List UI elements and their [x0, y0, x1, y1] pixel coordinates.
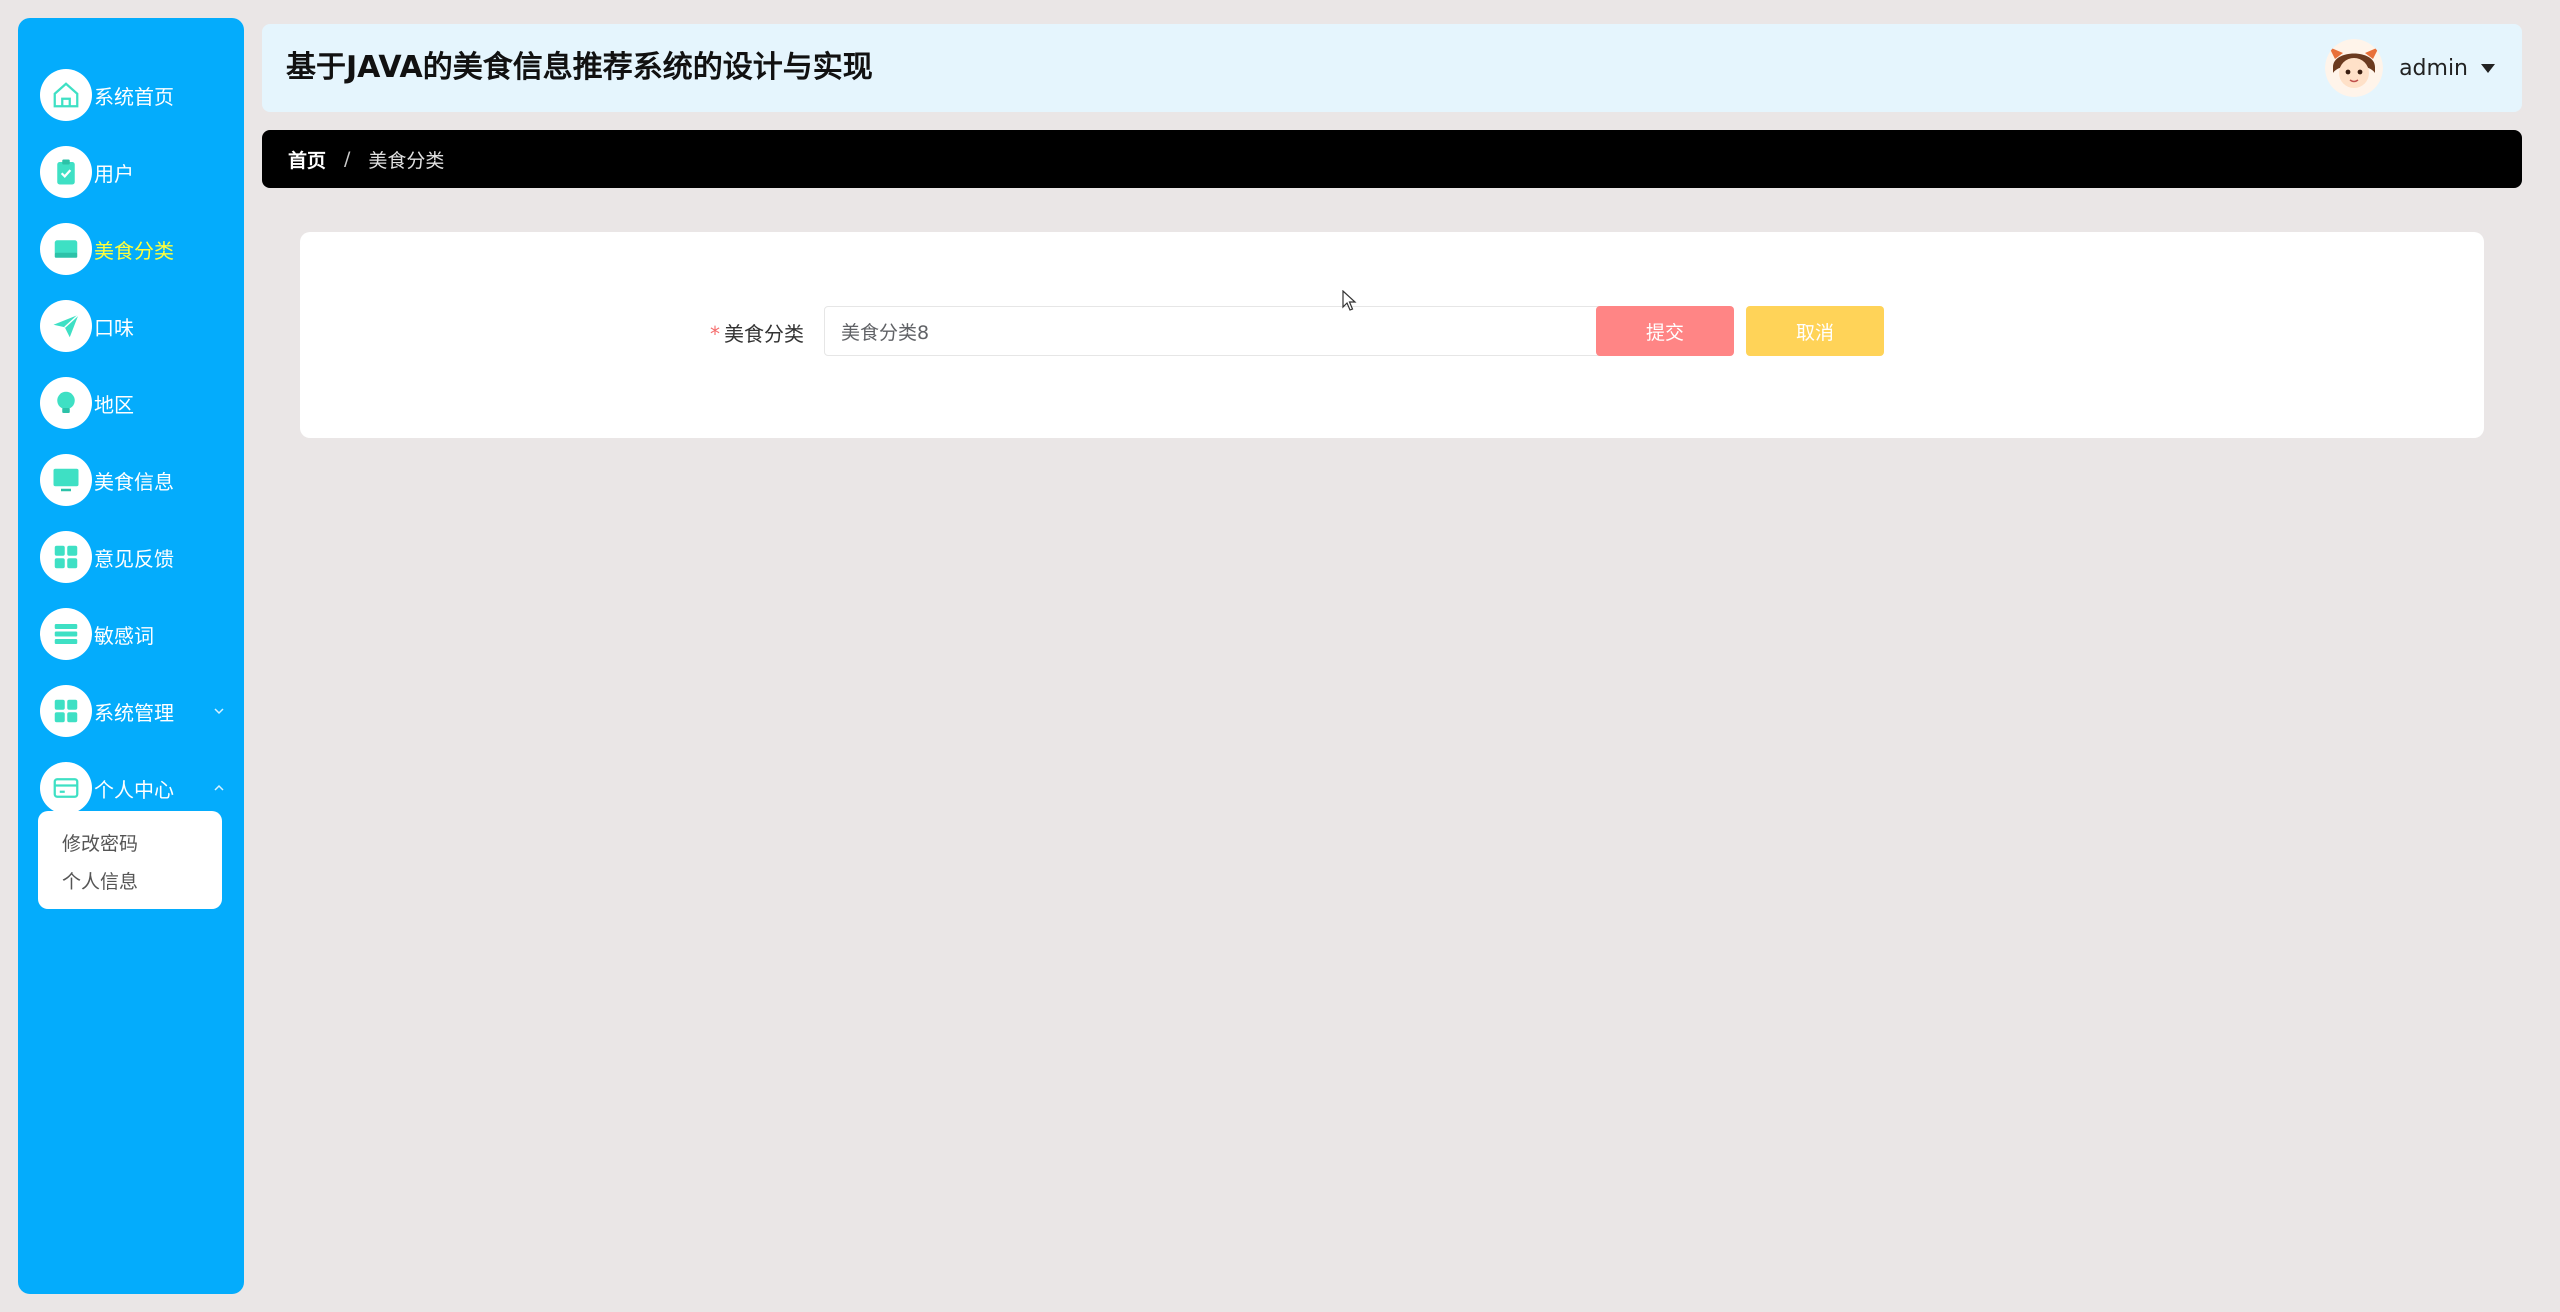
top-header: 基于JAVA的美食信息推荐系统的设计与实现 admin — [262, 24, 2522, 112]
required-mark: * — [710, 322, 720, 346]
site-title: 基于JAVA的美食信息推荐系统的设计与实现 — [286, 50, 873, 85]
breadcrumb: 首页 / 美食分类 — [262, 130, 2522, 188]
cancel-button[interactable]: 取消 — [1746, 306, 1884, 356]
submenu-item-change-password[interactable]: 修改密码 — [38, 825, 222, 863]
sidebar-item-label: 美食分类 — [94, 238, 174, 263]
grid-icon — [40, 531, 92, 583]
submenu-item-personal-info[interactable]: 个人信息 — [38, 863, 222, 901]
sidebar: 系统首页 用户 美食分类 口味 地区 美食信息 意见反馈 敏感词 系统管理 个人… — [18, 18, 244, 1294]
sidebar-item-region[interactable]: 地区 — [40, 374, 244, 432]
sidebar-item-personal-center[interactable]: 个人中心 — [40, 759, 244, 817]
user-menu[interactable]: admin — [2325, 38, 2496, 98]
submit-button[interactable]: 提交 — [1596, 306, 1734, 356]
sidebar-item-taste[interactable]: 口味 — [40, 297, 244, 355]
chevron-down-icon — [214, 708, 224, 715]
bulb-icon — [40, 377, 92, 429]
personal-center-submenu: 修改密码 个人信息 — [38, 811, 222, 909]
sidebar-item-sensitive-words[interactable]: 敏感词 — [40, 605, 244, 663]
breadcrumb-current: 美食分类 — [368, 149, 445, 172]
sidebar-item-label: 地区 — [94, 392, 134, 417]
mouse-cursor-icon — [1342, 290, 1357, 311]
drawer-icon — [40, 223, 92, 275]
list-icon — [40, 608, 92, 660]
chevron-up-icon — [214, 784, 224, 791]
sidebar-item-food-category[interactable]: 美食分类 — [40, 220, 244, 278]
sidebar-item-user[interactable]: 用户 — [40, 143, 244, 201]
food-category-label: * 美食分类 — [580, 314, 818, 354]
food-category-label-text: 美食分类 — [724, 322, 804, 346]
sidebar-item-label: 意见反馈 — [94, 546, 174, 571]
monitor-icon — [40, 454, 92, 506]
sidebar-item-label: 口味 — [94, 315, 134, 340]
sidebar-item-label: 敏感词 — [94, 623, 154, 648]
breadcrumb-separator: / — [344, 148, 351, 170]
sidebar-item-label: 系统首页 — [94, 84, 174, 109]
caret-down-icon — [2481, 64, 2495, 73]
clipboard-icon — [40, 146, 92, 198]
form-card: *美食分类 提交 取消 — [300, 232, 2484, 438]
sidebar-item-label: 个人中心 — [94, 777, 174, 802]
avatar-icon — [2325, 39, 2384, 97]
breadcrumb-home[interactable]: 首页 — [288, 146, 326, 173]
sidebar-item-label: 用户 — [94, 161, 134, 186]
food-category-input[interactable] — [824, 306, 1670, 356]
sidebar-item-system-management[interactable]: 系统管理 — [40, 682, 244, 740]
sidebar-item-label: 系统管理 — [94, 700, 174, 725]
sidebar-item-feedback[interactable]: 意见反馈 — [40, 528, 244, 586]
paper-plane-icon — [40, 300, 92, 352]
grid-icon — [40, 685, 92, 737]
home-icon — [40, 69, 92, 121]
username: admin — [2399, 55, 2468, 81]
card-icon — [40, 762, 92, 814]
sidebar-item-home[interactable]: 系统首页 — [40, 66, 244, 124]
sidebar-item-label: 美食信息 — [94, 469, 174, 494]
sidebar-item-food-info[interactable]: 美食信息 — [40, 451, 244, 509]
